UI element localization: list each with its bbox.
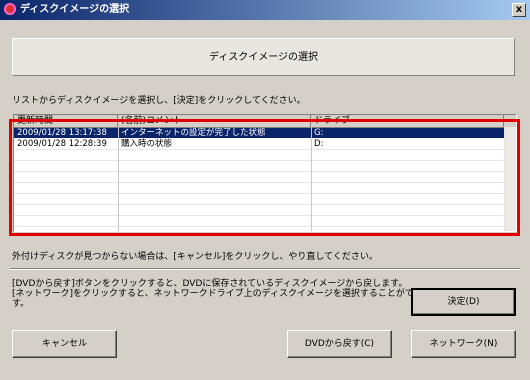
close-button[interactable]: x (512, 3, 526, 17)
decide-button[interactable]: 決定(D) (411, 288, 516, 316)
external-disk-note: 外付けディスクが見つからない場合は、[キャンセル]をクリックし、やり直してくださ… (12, 252, 378, 262)
network-note: [ネットワーク]をクリックすると、ネットワークドライブ上のディスクイメージを選択… (12, 289, 432, 299)
instruction-text: リストからディスクイメージを選択し、[決定]をクリックしてください。 (12, 96, 306, 106)
cancel-button[interactable]: キャンセル (12, 330, 117, 358)
title-bar: ディスクイメージの選択 x (0, 0, 530, 20)
app-icon (4, 3, 16, 15)
separator (10, 268, 520, 270)
banner-title: ディスクイメージの選択 (208, 52, 319, 63)
highlight-frame (9, 119, 520, 236)
network-button[interactable]: ネットワーク(N) (411, 330, 516, 358)
window-title: ディスクイメージの選択 (20, 4, 130, 15)
header-banner: ディスクイメージの選択 (12, 38, 515, 76)
restore-from-dvd-button[interactable]: DVDから戻す(C) (287, 330, 392, 358)
network-note-cont: す。 (12, 299, 30, 309)
disk-image-select-dialog: ディスクイメージの選択 x ディスクイメージの選択 リストからディスクイメージを… (0, 0, 530, 380)
